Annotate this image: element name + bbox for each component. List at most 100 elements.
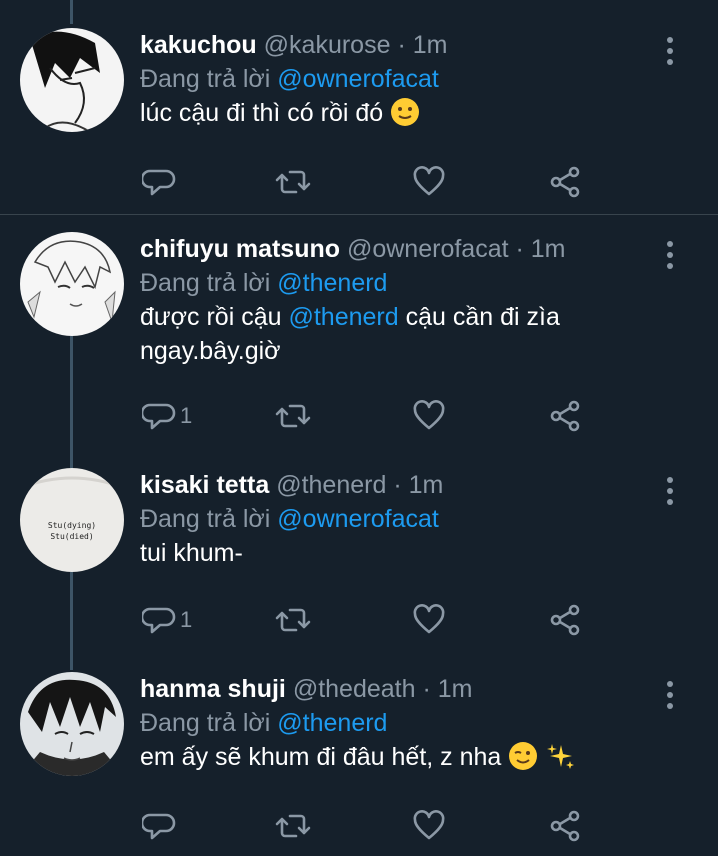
mention-link[interactable]: @thenerd <box>288 303 398 331</box>
reply-button[interactable] <box>142 806 180 846</box>
reply-icon <box>142 169 176 196</box>
avatar-shirt-text: Stu(dying) <box>48 521 96 530</box>
retweet-button[interactable] <box>274 600 312 640</box>
share-icon <box>550 604 580 636</box>
reply-button[interactable] <box>142 162 180 202</box>
avatar-image <box>20 232 124 336</box>
display-name[interactable]: hanma shuji <box>140 675 286 703</box>
replying-to: Đang trả lời @thenerd <box>140 266 387 300</box>
mention-link[interactable]: @ownerofacat <box>277 65 439 93</box>
share-button[interactable] <box>548 600 582 640</box>
retweet-icon <box>275 170 311 194</box>
user-handle[interactable]: @ownerofacat <box>347 235 509 263</box>
like-button[interactable] <box>412 162 446 202</box>
like-icon <box>413 400 445 430</box>
like-button[interactable] <box>412 396 446 436</box>
tweet-actions: 1 <box>140 396 600 436</box>
replying-to: Đang trả lời @ownerofacat <box>140 502 439 536</box>
replying-to-label: Đang trả lời <box>140 269 271 297</box>
replying-to: Đang trả lời @ownerofacat <box>140 62 439 96</box>
like-button[interactable] <box>412 600 446 640</box>
separator: · <box>393 471 402 499</box>
share-button[interactable] <box>548 806 582 846</box>
timestamp[interactable]: 1m <box>438 675 473 703</box>
tweet-kakuchou[interactable]: kakuchou @kakurose · 1m Đang trả lời @ow… <box>0 28 718 214</box>
user-handle[interactable]: @kakurose <box>264 31 391 59</box>
more-icon[interactable] <box>666 36 674 66</box>
mention-link[interactable]: @thenerd <box>277 709 387 737</box>
retweet-icon <box>275 814 311 838</box>
more-icon[interactable] <box>666 240 674 270</box>
more-icon[interactable] <box>666 680 674 710</box>
display-name[interactable]: kisaki tetta <box>140 471 269 499</box>
tweet-header: hanma shuji @thedeath · 1m <box>140 672 473 706</box>
retweet-button[interactable] <box>274 396 312 436</box>
reply-button[interactable]: 1 <box>142 396 192 436</box>
reply-icon <box>142 813 176 840</box>
reply-icon <box>142 403 176 430</box>
display-name[interactable]: kakuchou <box>140 31 257 59</box>
more-icon[interactable] <box>666 476 674 506</box>
tweet-text-content: tui khum- <box>140 539 243 567</box>
share-button[interactable] <box>548 162 582 202</box>
tweet-text-content: lúc cậu đi thì có rồi đó <box>140 99 384 127</box>
share-icon <box>550 810 580 842</box>
tweet-text-content: em ấy sẽ khum đi đâu hết, z nha <box>140 743 502 771</box>
retweet-icon <box>275 404 311 428</box>
like-button[interactable] <box>412 806 446 846</box>
reply-icon <box>142 607 176 634</box>
replying-to-label: Đang trả lời <box>140 505 271 533</box>
tweet-actions <box>140 806 600 846</box>
tweet-header: chifuyu matsuno @ownerofacat · 1m <box>140 232 566 266</box>
retweet-button[interactable] <box>274 806 312 846</box>
separator: · <box>515 235 524 263</box>
avatar[interactable] <box>20 672 124 776</box>
tweet-hanma[interactable]: hanma shuji @thedeath · 1m Đang trả lời … <box>0 672 718 856</box>
display-name[interactable]: chifuyu matsuno <box>140 235 340 263</box>
avatar-shirt-text: Stu(died) <box>50 532 93 541</box>
tweet-actions <box>140 162 600 202</box>
slight-smile-emoji-icon <box>391 98 420 126</box>
tweet-kisaki[interactable]: Stu(dying) Stu(died) kisaki tetta @thene… <box>0 468 718 664</box>
separator: · <box>397 31 406 59</box>
reply-count: 1 <box>180 403 193 428</box>
tweet-header: kakuchou @kakurose · 1m <box>140 28 447 62</box>
retweet-button[interactable] <box>274 162 312 202</box>
wink-emoji-icon <box>509 742 538 770</box>
avatar-image <box>20 672 124 776</box>
share-icon <box>550 400 580 432</box>
timestamp[interactable]: 1m <box>409 471 444 499</box>
tweet-text: em ấy sẽ khum đi đâu hết, z nha <box>140 740 660 774</box>
timestamp[interactable]: 1m <box>413 31 448 59</box>
tweet-divider <box>0 214 718 215</box>
avatar[interactable]: Stu(dying) Stu(died) <box>20 468 124 572</box>
reply-count: 1 <box>180 607 193 632</box>
replying-to-label: Đang trả lời <box>140 709 271 737</box>
reply-button[interactable]: 1 <box>142 600 192 640</box>
user-handle[interactable]: @thenerd <box>276 471 386 499</box>
tweet-text: được rồi cậu @thenerd cậu cần đi zìa nga… <box>140 300 610 368</box>
like-icon <box>413 810 445 840</box>
mention-link[interactable]: @ownerofacat <box>277 505 439 533</box>
share-icon <box>550 166 580 198</box>
timestamp[interactable]: 1m <box>531 235 566 263</box>
tweet-chifuyu[interactable]: chifuyu matsuno @ownerofacat · 1m Đang t… <box>0 232 718 456</box>
avatar-image <box>20 28 124 132</box>
tweet-text: lúc cậu đi thì có rồi đó <box>140 96 660 130</box>
share-button[interactable] <box>548 396 582 436</box>
replying-to-label: Đang trả lời <box>140 65 271 93</box>
tweet-actions: 1 <box>140 600 600 640</box>
tweet-text-content: được rồi cậu <box>140 303 289 331</box>
retweet-icon <box>275 608 311 632</box>
like-icon <box>413 166 445 196</box>
avatar[interactable] <box>20 28 124 132</box>
separator: · <box>422 675 431 703</box>
tweet-text: tui khum- <box>140 536 660 570</box>
like-icon <box>413 604 445 634</box>
tweet-header: kisaki tetta @thenerd · 1m <box>140 468 443 502</box>
mention-link[interactable]: @thenerd <box>277 269 387 297</box>
avatar-image: Stu(dying) Stu(died) <box>20 468 124 572</box>
sparkles-emoji-icon <box>547 744 575 769</box>
user-handle[interactable]: @thedeath <box>293 675 416 703</box>
avatar[interactable] <box>20 232 124 336</box>
